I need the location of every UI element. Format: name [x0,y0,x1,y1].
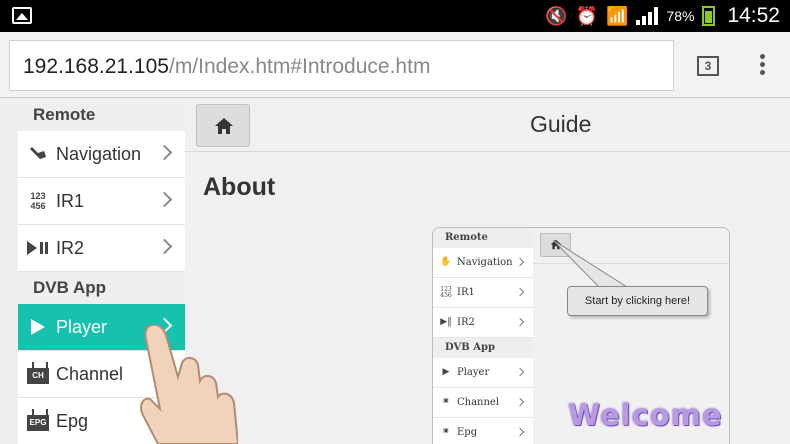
guide-item: ▶‖ IR2 [433,308,533,338]
sidebar-item-channel[interactable]: CH Channel [18,351,185,398]
header: Guide [185,99,790,152]
numpad-icon: 123 456 [30,191,46,211]
callout-bubble: Start by clicking here! [567,286,708,316]
page-title: Guide [530,111,592,137]
battery-percent: 78% [666,8,695,24]
url-host: 192.168.21.105 [23,55,169,78]
chevron-right-icon [156,364,173,381]
tabs-button[interactable]: 3 [697,56,719,76]
chevron-right-icon [156,238,173,255]
wifi-icon: 📶 [605,6,629,26]
chevron-right-icon [156,317,173,334]
overflow-menu-icon[interactable] [757,54,767,80]
url-field[interactable]: 192.168.21.105/m/Index.htm#Introduce.htm [9,40,674,91]
play-pause-icon [26,237,50,259]
guide-section-remote: Remote [433,228,533,248]
play-icon: ▶ [442,366,450,377]
chevron-right-icon [156,144,173,161]
sidebar-item-label: IR2 [56,237,85,258]
sidebar-item-epg[interactable]: EPG Epg [18,398,185,444]
hand-swipe-icon [26,143,50,165]
section-header-dvb-app: DVB App [18,272,185,304]
sidebar-item-label: Epg [56,410,89,431]
signal-icon [636,7,659,25]
section-header-remote: Remote [18,99,185,131]
ch-icon: ▣ [443,396,449,404]
main-content: Guide About Remote ✋ Navigation 123 456 IR… [185,99,790,444]
sidebar-item-navigation[interactable]: Navigation [18,131,185,178]
browser-toolbar: 192.168.21.105/m/Index.htm#Introduce.htm… [0,32,790,98]
guide-item: 123 456 IR1 [433,278,533,308]
sidebar-item-label: Channel [56,363,124,384]
sidebar-item-ir1[interactable]: 123 456 IR1 [18,178,185,225]
guide-item: ✋ Navigation [433,248,533,278]
gallery-notification-icon [12,7,32,24]
sidebar-item-label: IR1 [56,190,85,211]
epg-icon: ▣ [443,426,449,434]
hand-swipe-icon: ✋ [440,256,452,267]
status-bar: 🔇 ⏰ 📶 78% 14:52 [0,0,790,32]
alarm-icon: ⏰ [575,6,598,26]
url-path: /m/Index.htm#Introduce.htm [168,55,431,78]
epg-icon: EPG [26,410,50,432]
guide-image: Remote ✋ Navigation 123 456 IR1 ▶‖ IR2 DVB … [432,227,730,444]
chevron-right-icon [156,191,173,208]
guide-section-dvb: DVB App [433,338,533,358]
guide-item: ▣ Channel [433,388,533,418]
sidebar-item-label: Navigation [56,143,142,164]
numpad-icon: 123 456 [440,285,452,299]
home-icon [215,118,233,134]
section-title: About [203,173,276,201]
guide-item: ▶ Player [433,358,533,388]
play-icon [26,316,50,338]
ch-icon: CH [26,363,50,385]
sidebar-item-ir2[interactable]: IR2 [18,225,185,272]
play-pause-icon: ▶‖ [440,316,452,327]
sidebar-item-label: Player [56,316,108,337]
sidebar: Remote Navigation 123 456 IR1 IR2 DVB Ap… [18,99,185,444]
sidebar-item-player[interactable]: Player [18,304,185,351]
battery-icon [702,6,716,26]
clock: 14:52 [727,4,780,27]
guide-sidebar: Remote ✋ Navigation 123 456 IR1 ▶‖ IR2 DVB … [433,228,533,444]
guide-item: ▣ Epg [433,418,533,444]
mute-icon: 🔇 [545,6,568,26]
chevron-right-icon [156,411,173,428]
home-button[interactable] [196,104,250,147]
welcome-text: Welcome [568,398,723,432]
